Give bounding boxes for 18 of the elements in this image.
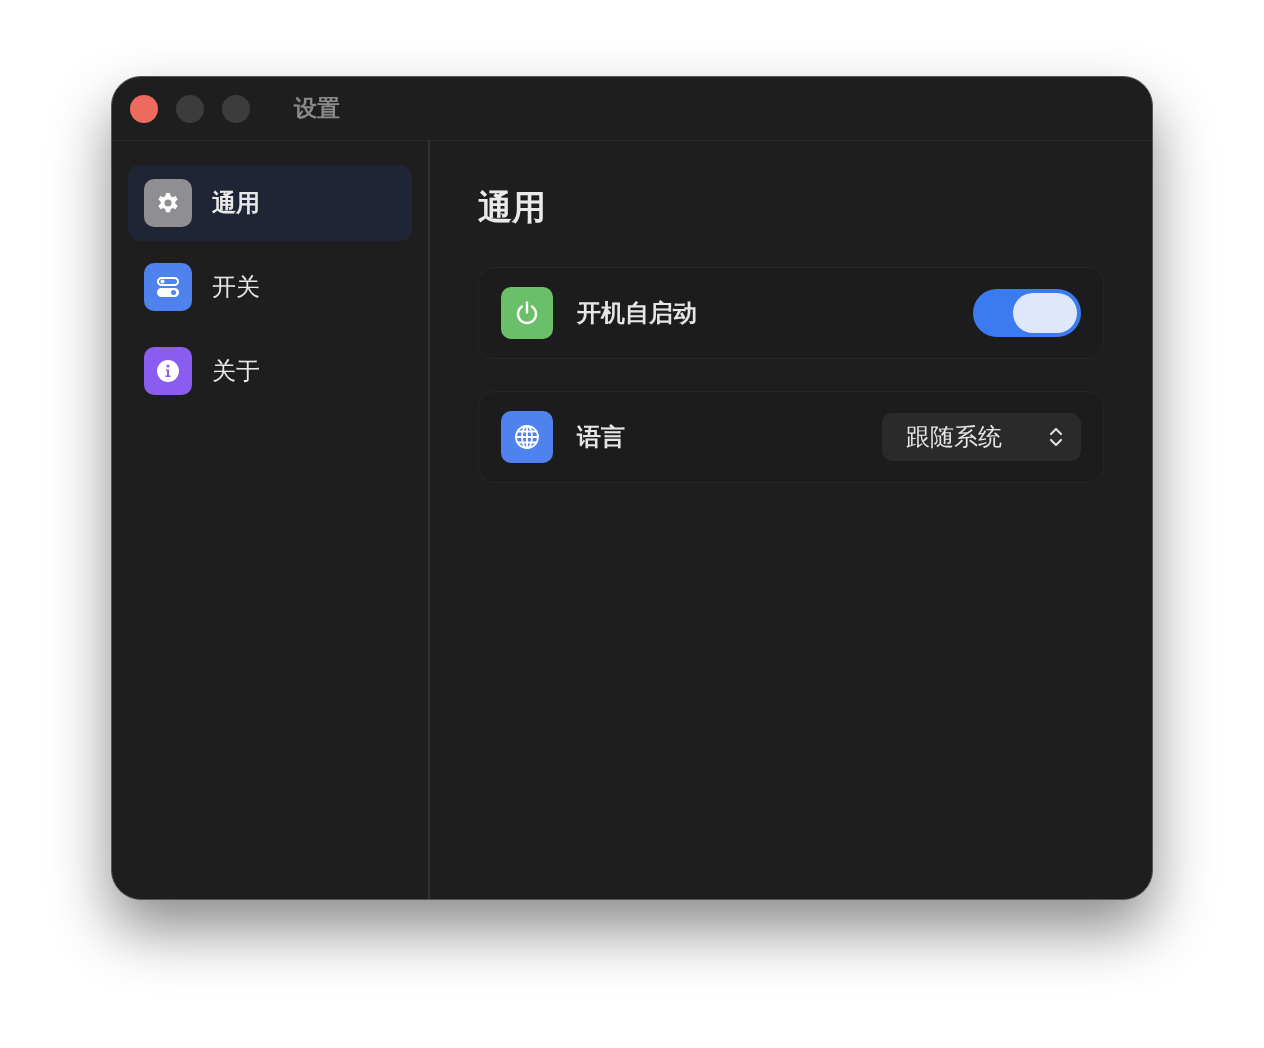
- info-icon: [156, 359, 180, 383]
- language-select[interactable]: 跟随系统: [882, 413, 1081, 461]
- page-heading: 通用: [478, 186, 547, 229]
- sidebar-label: 开关: [212, 272, 260, 303]
- setting-label: 开机自启动: [577, 298, 698, 329]
- toggles-icon: [156, 276, 180, 298]
- sidebar-item[interactable]: 开关: [128, 249, 412, 325]
- gear-icon: [156, 191, 180, 215]
- globe-icon: [514, 424, 540, 450]
- chevrons-icon: [1049, 426, 1063, 448]
- window-title: 设置: [294, 94, 340, 123]
- sidebar-label: 关于: [212, 356, 260, 387]
- sidebar-label: 通用: [212, 188, 260, 219]
- sidebar-item[interactable]: 关于: [128, 333, 412, 409]
- setting-label: 语言: [577, 422, 626, 453]
- sidebar-item[interactable]: 通用: [128, 165, 412, 241]
- close-button[interactable]: [130, 94, 158, 123]
- toggle-switch[interactable]: [973, 289, 1081, 337]
